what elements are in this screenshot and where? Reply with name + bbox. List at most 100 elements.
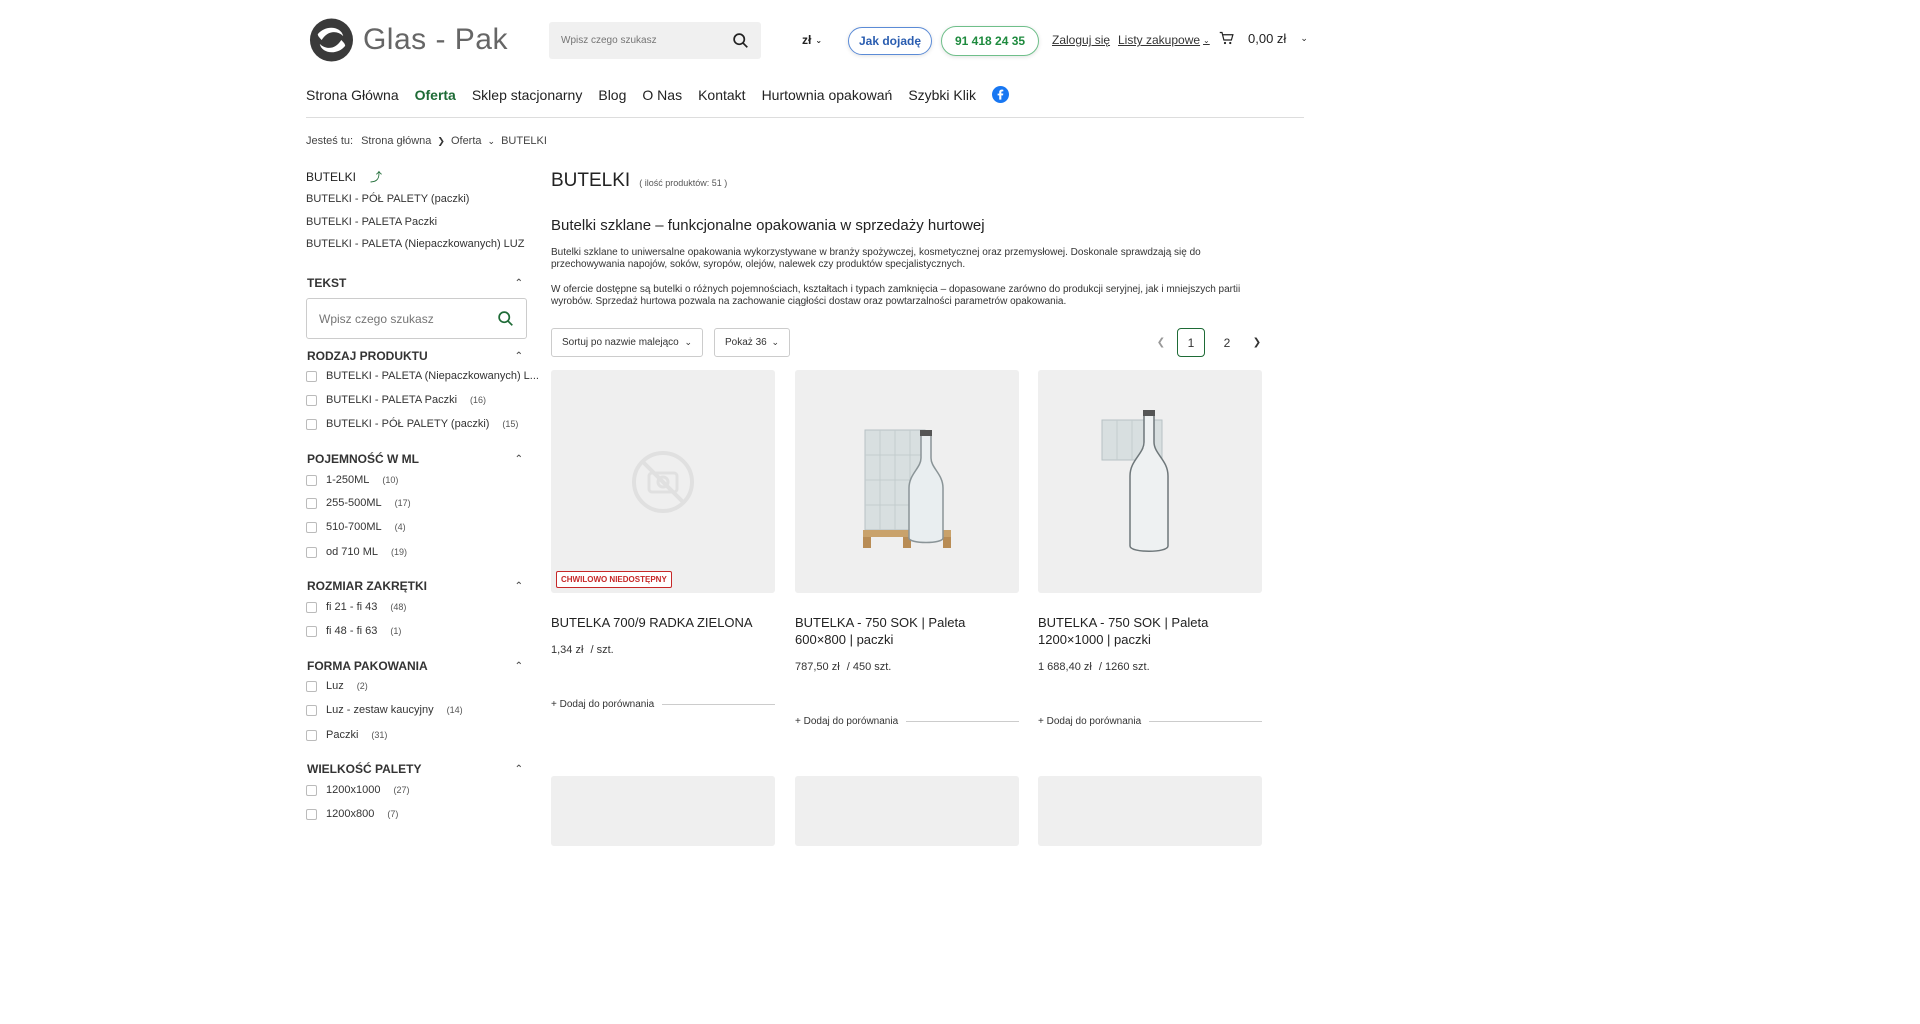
- page-button[interactable]: 2: [1213, 328, 1241, 357]
- page-button[interactable]: 1: [1177, 328, 1205, 357]
- product-name[interactable]: BUTELKA 700/9 RADKA ZIELONA: [551, 614, 775, 631]
- logo[interactable]: Glas - Pak: [308, 16, 508, 64]
- product-image[interactable]: [1038, 776, 1262, 846]
- filter-option-label: 510-700ML: [326, 521, 382, 533]
- filter-option[interactable]: BUTELKI - PALETA Paczki (16): [306, 394, 486, 406]
- shopping-lists-menu[interactable]: Listy zakupowe ⌄: [1118, 33, 1210, 47]
- nav-item-offer[interactable]: Oferta: [415, 87, 456, 103]
- compare-link[interactable]: + Dodaj do porównania: [551, 699, 775, 710]
- filter-option[interactable]: 510-700ML (4): [306, 521, 406, 533]
- filter-option[interactable]: fi 21 - fi 43 (48): [306, 601, 406, 613]
- filter-option[interactable]: od 710 ML (19): [306, 546, 407, 558]
- header-search: [549, 22, 761, 59]
- nav-item-contact[interactable]: Kontakt: [698, 87, 745, 103]
- product-image[interactable]: [795, 776, 1019, 846]
- page-size-select[interactable]: Pokaż 36 ⌄: [714, 328, 790, 357]
- search-icon[interactable]: [497, 310, 514, 327]
- description-paragraph: W ofercie dostępne są butelki o różnych …: [551, 284, 1241, 307]
- filter-packaging-header[interactable]: FORMA PAKOWANIA ⌃: [307, 659, 523, 673]
- sidebar-subcategory[interactable]: BUTELKI - PÓŁ PALETY (paczki): [306, 193, 469, 205]
- arrow-up-icon[interactable]: ⤴: [370, 168, 382, 185]
- chevron-down-icon[interactable]: ⌄: [1300, 33, 1308, 44]
- filter-option[interactable]: BUTELKI - PÓŁ PALETY (paczki) (15): [306, 418, 518, 430]
- product-image[interactable]: [551, 776, 775, 846]
- checkbox[interactable]: [306, 474, 317, 486]
- breadcrumb-current: BUTELKI: [501, 135, 547, 147]
- product-name[interactable]: BUTELKA - 750 SOK | Paleta 600×800 | pac…: [795, 614, 1019, 648]
- checkbox[interactable]: [306, 808, 317, 820]
- sidebar-subcategory[interactable]: BUTELKI - PALETA (Niepaczkowanych) LUZ: [306, 238, 524, 250]
- breadcrumb: Jesteś tu: Strona główna ❯ Oferta ⌄ BUTE…: [306, 135, 547, 147]
- checkbox[interactable]: [306, 625, 317, 637]
- filter-option[interactable]: Luz (2): [306, 680, 368, 692]
- checkbox[interactable]: [306, 418, 317, 430]
- checkbox[interactable]: [306, 729, 317, 741]
- login-link[interactable]: Zaloguj się: [1052, 33, 1110, 47]
- nav-item-home[interactable]: Strona Główna: [306, 87, 399, 103]
- nav-item-wholesale[interactable]: Hurtownia opakowań: [762, 87, 893, 103]
- shopping-lists-label: Listy zakupowe: [1118, 33, 1201, 47]
- compare-link[interactable]: + Dodaj do porównania: [795, 716, 1019, 727]
- filter-option-count: (10): [382, 475, 399, 485]
- nav-item-blog[interactable]: Blog: [598, 87, 626, 103]
- nav-item-store[interactable]: Sklep stacjonarny: [472, 87, 583, 103]
- filter-product-type-header[interactable]: RODZAJ PRODUKTU ⌃: [307, 349, 523, 363]
- filter-text-header[interactable]: TEKST ⌃: [307, 276, 523, 290]
- checkbox[interactable]: [306, 370, 317, 382]
- filter-option[interactable]: 1200x800 (7): [306, 808, 398, 820]
- filter-option[interactable]: Luz - zestaw kaucyjny (14): [306, 704, 463, 716]
- filter-search-input[interactable]: [319, 311, 497, 326]
- filter-cap-size-header[interactable]: ROZMIAR ZAKRĘTKI ⌃: [307, 579, 523, 593]
- filter-option[interactable]: BUTELKI - PALETA (Niepaczkowanych) L...: [306, 370, 539, 382]
- search-input[interactable]: [561, 35, 732, 46]
- checkbox[interactable]: [306, 601, 317, 613]
- checkbox[interactable]: [306, 521, 317, 533]
- filter-title: ROZMIAR ZAKRĘTKI: [307, 579, 427, 593]
- filter-option-label: BUTELKI - PALETA Paczki: [326, 394, 458, 406]
- facebook-icon[interactable]: [992, 86, 1009, 103]
- checkbox[interactable]: [306, 497, 317, 509]
- directions-button[interactable]: Jak dojadę: [848, 27, 933, 55]
- filter-pallet-size-header[interactable]: WIELKOŚĆ PALETY ⌃: [307, 762, 523, 776]
- filter-option[interactable]: 1200x1000 (27): [306, 784, 409, 796]
- product-image[interactable]: CHWILOWO NIEDOSTĘPNY: [551, 370, 775, 593]
- phone-button[interactable]: 91 418 24 35: [941, 26, 1040, 56]
- chevron-up-icon: ⌃: [514, 453, 523, 465]
- breadcrumb-home[interactable]: Strona główna: [361, 135, 431, 147]
- divider: [906, 721, 1019, 722]
- search-icon[interactable]: [732, 32, 749, 49]
- filter-option-count: (48): [390, 602, 407, 612]
- filter-option[interactable]: 1-250ML (10): [306, 474, 398, 486]
- checkbox[interactable]: [306, 394, 317, 406]
- filter-title: TEKST: [307, 276, 347, 290]
- bottle-pallet-image: [863, 429, 951, 548]
- filter-title: FORMA PAKOWANIA: [307, 659, 428, 673]
- checkbox[interactable]: [306, 546, 317, 558]
- checkbox[interactable]: [306, 680, 317, 692]
- filter-option-label: BUTELKI - PALETA (Niepaczkowanych) L...: [326, 370, 539, 382]
- sort-select[interactable]: Sortuj po nazwie malejąco ⌄: [551, 328, 703, 357]
- product-price: 1,34 zł / szt.: [551, 644, 614, 656]
- compare-link[interactable]: + Dodaj do porównania: [1038, 716, 1262, 727]
- sidebar-subcategory[interactable]: BUTELKI - PALETA Paczki: [306, 216, 437, 228]
- cart[interactable]: 0,00 zł ⌄: [1219, 31, 1308, 46]
- nav-item-quick-click[interactable]: Szybki Klik: [908, 87, 976, 103]
- chevron-down-icon[interactable]: ⌄: [488, 136, 496, 147]
- checkbox[interactable]: [306, 704, 317, 716]
- filter-capacity-header[interactable]: POJEMNOŚĆ W ML ⌃: [307, 452, 523, 466]
- filter-option[interactable]: fi 48 - fi 63 (1): [306, 625, 401, 637]
- product-image[interactable]: [795, 370, 1019, 593]
- filter-option[interactable]: 255-500ML (17): [306, 497, 411, 509]
- currency-select[interactable]: zł ⌄: [802, 33, 822, 47]
- product-name[interactable]: BUTELKA - 750 SOK | Paleta 1200×1000 | p…: [1038, 614, 1262, 648]
- nav-item-about[interactable]: O Nas: [642, 87, 682, 103]
- breadcrumb-offer[interactable]: Oferta: [451, 135, 482, 147]
- filter-option-count: (7): [387, 809, 399, 819]
- checkbox[interactable]: [306, 784, 317, 796]
- filter-option[interactable]: Paczki (31): [306, 729, 387, 741]
- chevron-right-icon[interactable]: ❯: [1249, 328, 1265, 357]
- chevron-left-icon[interactable]: ❮: [1153, 328, 1169, 357]
- filter-option-count: (31): [371, 730, 388, 740]
- product-image[interactable]: [1038, 370, 1262, 593]
- product-price: 787,50 zł / 450 szt.: [795, 661, 891, 673]
